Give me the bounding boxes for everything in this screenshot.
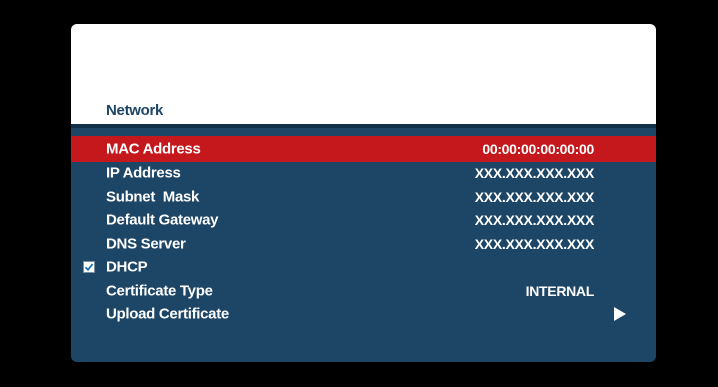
ip-address-label: IP Address: [106, 164, 181, 182]
checkbox-checked-icon[interactable]: [83, 261, 95, 274]
dns-server-value: XXX.XXX.XXX.XXX: [474, 235, 595, 252]
menu-row-default-gateway[interactable]: Default Gateway XXX.XXX.XXX.XXX: [71, 209, 656, 233]
mac-address-label: MAC Address: [106, 140, 201, 158]
default-gateway-value: XXX.XXX.XXX.XXX: [474, 212, 595, 229]
settings-list: MAC Address 00:00:00:00:00:00 IP Address…: [71, 136, 656, 327]
header-divider: [71, 124, 656, 128]
subnet-mask-label: Subnet Mask: [106, 188, 200, 206]
dhcp-label: DHCP: [106, 258, 148, 276]
network-settings-panel: Network MAC Address 00:00:00:00:00:00 IP…: [71, 24, 656, 362]
menu-row-subnet-mask[interactable]: Subnet Mask XXX.XXX.XXX.XXX: [71, 185, 656, 209]
upload-certificate-label: Upload Certificate: [106, 305, 229, 323]
certificate-type-value: INTERNAL: [525, 282, 595, 299]
right-arrow-icon[interactable]: [614, 307, 626, 322]
menu-row-upload-certificate[interactable]: Upload Certificate: [71, 303, 656, 327]
dns-server-label: DNS Server: [106, 235, 186, 253]
menu-row-certificate-type[interactable]: Certificate Type INTERNAL: [71, 279, 656, 303]
menu-row-mac-address[interactable]: MAC Address 00:00:00:00:00:00: [71, 136, 656, 162]
menu-row-dhcp[interactable]: DHCP: [71, 256, 656, 280]
menu-row-dns-server[interactable]: DNS Server XXX.XXX.XXX.XXX: [71, 232, 656, 256]
mac-address-value: 00:00:00:00:00:00: [482, 141, 594, 157]
page-title: Network: [106, 102, 164, 119]
certificate-type-label: Certificate Type: [106, 282, 213, 300]
default-gateway-label: Default Gateway: [106, 211, 219, 229]
menu-row-ip-address[interactable]: IP Address XXX.XXX.XXX.XXX: [71, 162, 656, 186]
panel-header: Network: [71, 24, 656, 124]
subnet-mask-value: XXX.XXX.XXX.XXX: [474, 188, 595, 205]
ip-address-value: XXX.XXX.XXX.XXX: [474, 165, 595, 182]
